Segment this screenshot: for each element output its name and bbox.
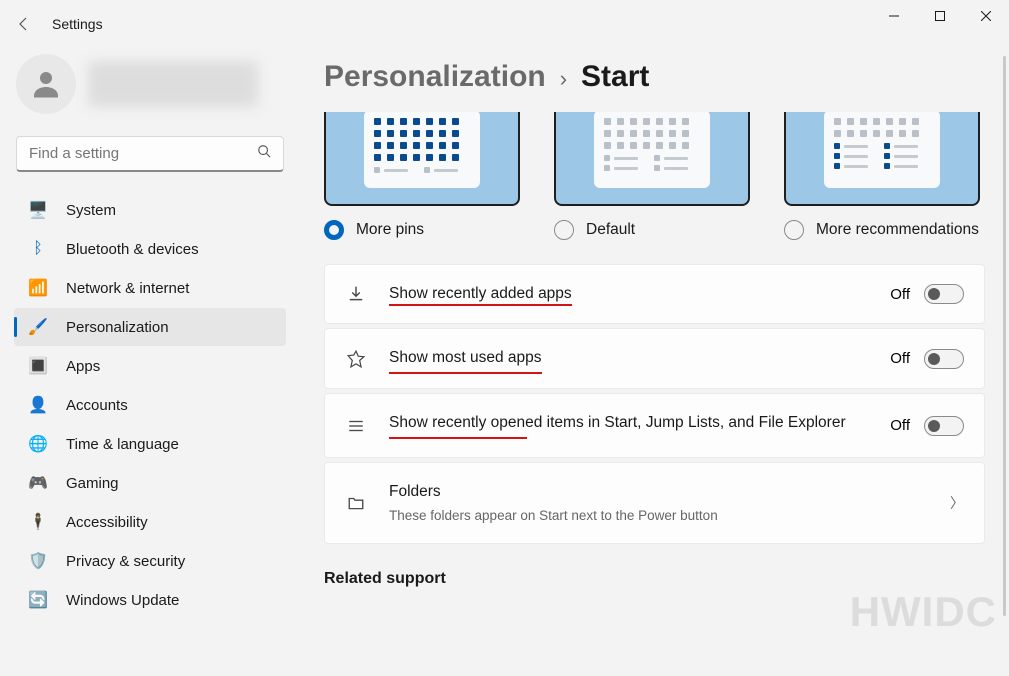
setting-recently-added[interactable]: Show recently added apps Off bbox=[324, 264, 985, 324]
layout-option-more-pins[interactable]: More pins bbox=[324, 112, 520, 240]
breadcrumb-sep: › bbox=[560, 66, 567, 92]
bluetooth-icon: ᛒ bbox=[28, 239, 48, 259]
maximize-button[interactable] bbox=[917, 0, 963, 32]
nav-bluetooth[interactable]: ᛒ Bluetooth & devices bbox=[14, 230, 286, 268]
folder-icon bbox=[345, 494, 367, 512]
monitor-icon: 🖥️ bbox=[28, 200, 48, 220]
nav-update[interactable]: 🔄 Windows Update bbox=[14, 581, 286, 619]
search-box[interactable] bbox=[16, 136, 284, 172]
breadcrumb-parent[interactable]: Personalization bbox=[324, 60, 546, 94]
related-support-heading: Related support bbox=[324, 570, 985, 588]
nav-time[interactable]: 🌐 Time & language bbox=[14, 425, 286, 463]
setting-folders[interactable]: Folders These folders appear on Start ne… bbox=[324, 462, 985, 544]
paintbrush-icon: 🖌️ bbox=[28, 317, 48, 337]
nav-label: Apps bbox=[66, 358, 100, 375]
app-title: Settings bbox=[52, 16, 103, 32]
nav-label: System bbox=[66, 202, 116, 219]
toggle-state: Off bbox=[890, 286, 910, 303]
close-button[interactable] bbox=[963, 0, 1009, 32]
profile-name-blurred bbox=[88, 61, 258, 107]
nav-label: Accessibility bbox=[66, 514, 148, 531]
wifi-icon: 📶 bbox=[28, 278, 48, 298]
setting-sublabel: These folders appear on Start next to th… bbox=[389, 506, 928, 526]
download-icon bbox=[345, 285, 367, 303]
nav-network[interactable]: 📶 Network & internet bbox=[14, 269, 286, 307]
start-preview-more-pins bbox=[324, 112, 520, 206]
setting-most-used[interactable]: Show most used apps Off bbox=[324, 328, 985, 388]
scrollbar[interactable] bbox=[1003, 56, 1006, 616]
underline-annotation bbox=[389, 437, 527, 439]
profile-block[interactable] bbox=[10, 48, 290, 120]
nav-privacy[interactable]: 🛡️ Privacy & security bbox=[14, 542, 286, 580]
globe-icon: 🌐 bbox=[28, 434, 48, 454]
setting-label: Folders bbox=[389, 481, 928, 503]
nav-label: Bluetooth & devices bbox=[66, 241, 199, 258]
setting-label: Show recently added apps bbox=[389, 285, 572, 302]
chevron-right-icon: 〉 bbox=[950, 493, 964, 513]
nav-label: Time & language bbox=[66, 436, 179, 453]
back-icon[interactable] bbox=[14, 14, 34, 34]
radio-label: More pins bbox=[356, 221, 424, 239]
nav-accessibility[interactable]: 🕴️ Accessibility bbox=[14, 503, 286, 541]
nav-label: Privacy & security bbox=[66, 553, 185, 570]
nav-gaming[interactable]: 🎮 Gaming bbox=[14, 464, 286, 502]
nav-label: Accounts bbox=[66, 397, 128, 414]
breadcrumb: Personalization › Start bbox=[324, 60, 985, 94]
toggle-recently-opened[interactable] bbox=[924, 416, 964, 436]
nav-label: Gaming bbox=[66, 475, 119, 492]
nav-label: Windows Update bbox=[66, 592, 179, 609]
radio-default[interactable] bbox=[554, 220, 574, 240]
radio-more-pins[interactable] bbox=[324, 220, 344, 240]
nav-accounts[interactable]: 👤 Accounts bbox=[14, 386, 286, 424]
shield-icon: 🛡️ bbox=[28, 551, 48, 571]
setting-recently-opened[interactable]: Show recently opened items in Start, Jum… bbox=[324, 393, 985, 458]
list-icon bbox=[345, 417, 367, 435]
layout-option-default[interactable]: Default bbox=[554, 112, 750, 240]
accessibility-icon: 🕴️ bbox=[28, 512, 48, 532]
nav-label: Personalization bbox=[66, 319, 169, 336]
breadcrumb-current: Start bbox=[581, 60, 649, 94]
toggle-state: Off bbox=[890, 417, 910, 434]
radio-label: Default bbox=[586, 221, 635, 239]
search-input[interactable] bbox=[29, 145, 257, 162]
setting-label: Show recently opened items in Start, Jum… bbox=[389, 414, 846, 431]
start-preview-default bbox=[554, 112, 750, 206]
toggle-most-used[interactable] bbox=[924, 349, 964, 369]
nav-label: Network & internet bbox=[66, 280, 189, 297]
toggle-recently-added[interactable] bbox=[924, 284, 964, 304]
setting-label: Show most used apps bbox=[389, 349, 542, 366]
avatar bbox=[16, 54, 76, 114]
toggle-state: Off bbox=[890, 350, 910, 367]
apps-icon: 🔳 bbox=[28, 356, 48, 376]
radio-more-recs[interactable] bbox=[784, 220, 804, 240]
nav-personalization[interactable]: 🖌️ Personalization bbox=[14, 308, 286, 346]
gamepad-icon: 🎮 bbox=[28, 473, 48, 493]
update-icon: 🔄 bbox=[28, 590, 48, 610]
search-icon bbox=[257, 144, 271, 163]
layout-option-more-recs[interactable]: More recommendations bbox=[784, 112, 980, 240]
person-icon: 👤 bbox=[28, 395, 48, 415]
watermark: HWIDC bbox=[850, 588, 997, 636]
start-preview-more-recs bbox=[784, 112, 980, 206]
minimize-button[interactable] bbox=[871, 0, 917, 32]
star-icon bbox=[345, 350, 367, 368]
nav-system[interactable]: 🖥️ System bbox=[14, 191, 286, 229]
nav-apps[interactable]: 🔳 Apps bbox=[14, 347, 286, 385]
radio-label: More recommendations bbox=[816, 221, 979, 239]
